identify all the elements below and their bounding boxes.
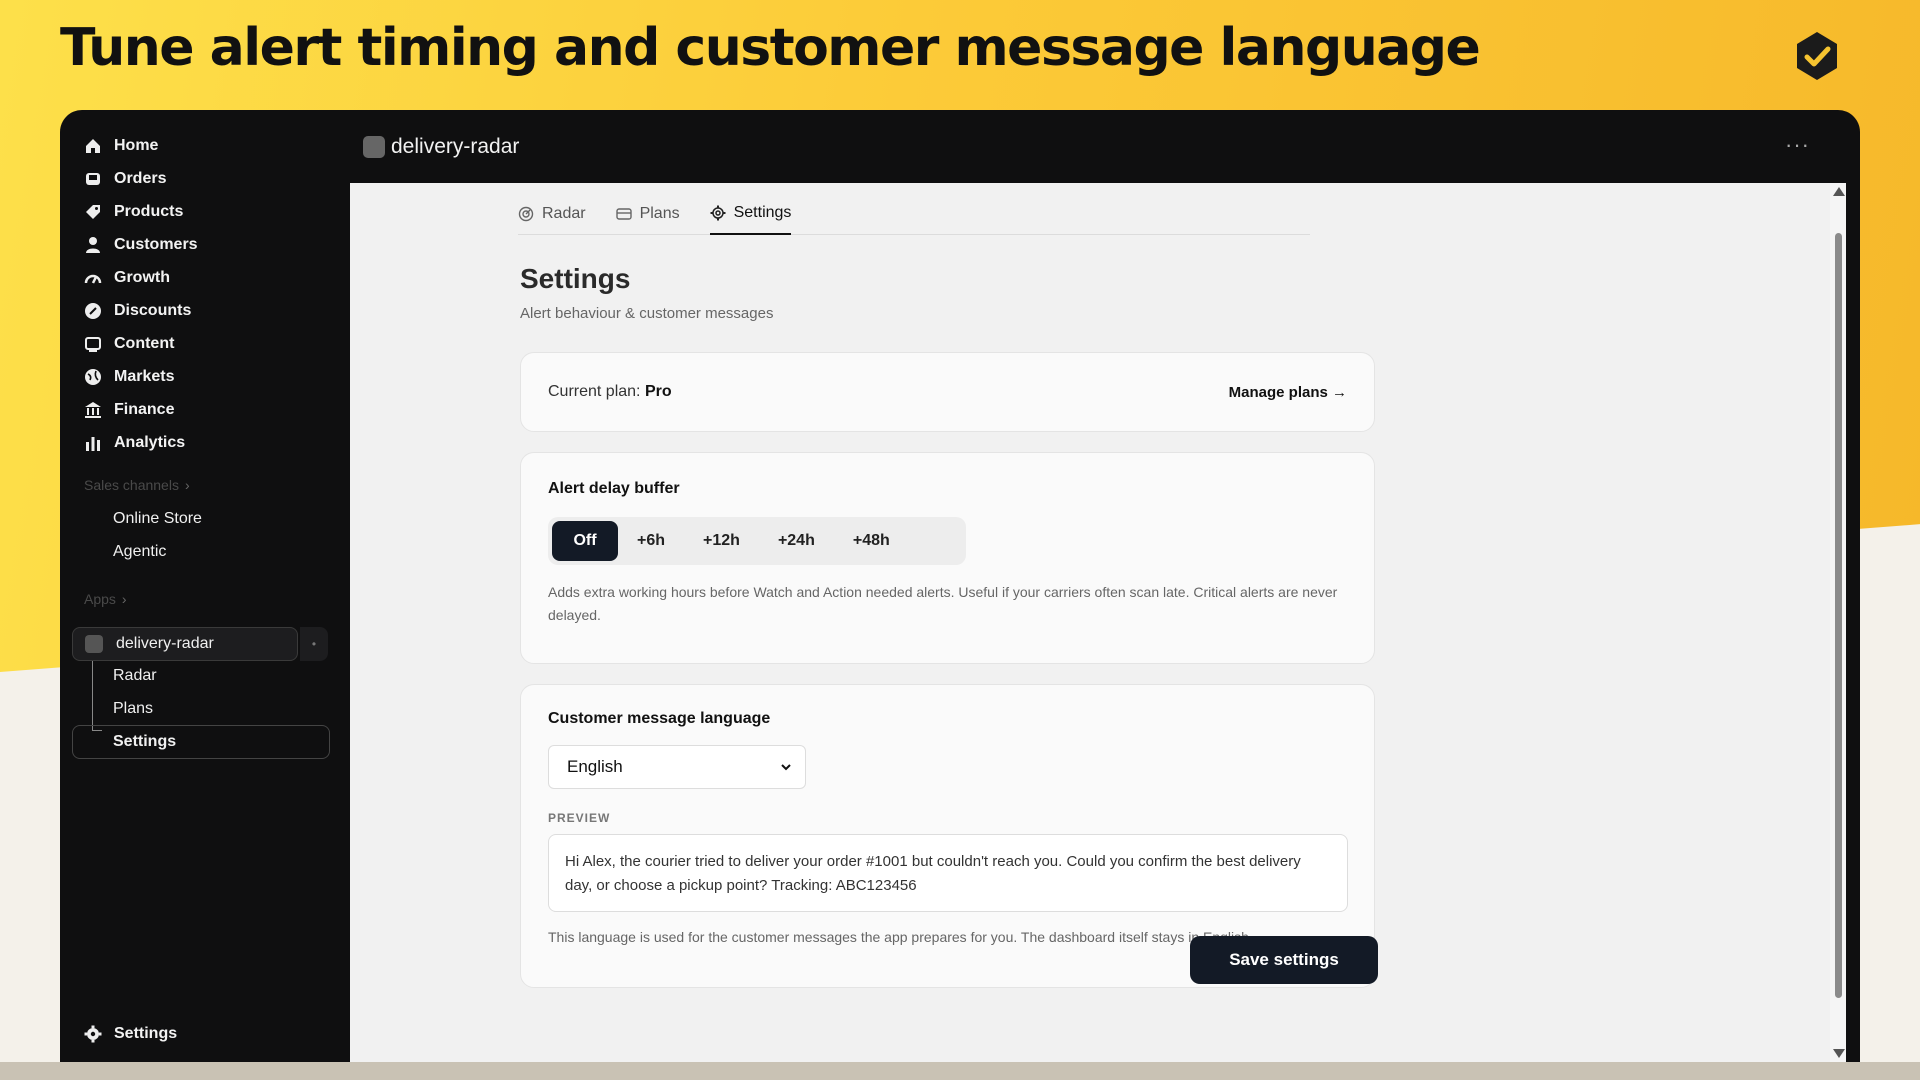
page-subtitle: Alert behaviour & customer messages <box>520 305 774 322</box>
sidebar-item-radar[interactable]: Radar <box>113 667 157 685</box>
app-title: delivery-radar <box>391 134 520 158</box>
chevron-right-icon: › <box>121 591 127 607</box>
bar-chart-icon <box>86 437 100 451</box>
tab-radar[interactable]: Radar <box>518 197 586 235</box>
scroll-up-arrow-icon[interactable] <box>1833 187 1845 196</box>
sidebar-item-settings[interactable]: Settings <box>84 1020 177 1048</box>
sidebar-item-customers[interactable]: Customers <box>84 231 198 259</box>
sidebar-item-label: Orders <box>114 170 167 187</box>
scrollbar-thumb[interactable] <box>1835 233 1842 998</box>
scrollbar[interactable] <box>1830 183 1846 1062</box>
sidebar-item-label: Growth <box>114 269 170 286</box>
sidebar-item-markets[interactable]: Markets <box>84 363 174 391</box>
background-bottom-strip <box>0 1062 1920 1080</box>
apps-section[interactable]: Apps › <box>84 591 127 607</box>
sidebar-item-analytics[interactable]: Analytics <box>84 429 185 457</box>
more-options-icon[interactable]: ··· <box>1785 132 1810 158</box>
alert-delay-card: Alert delay buffer Off +6h +12h +24h +48… <box>520 452 1375 664</box>
alert-delay-heading: Alert delay buffer <box>548 480 680 497</box>
sidebar-item-content[interactable]: Content <box>84 330 174 358</box>
sidebar-item-label: Analytics <box>114 434 186 451</box>
language-heading: Customer message language <box>548 710 771 727</box>
sidebar-item-label: Settings <box>114 1025 178 1042</box>
delay-option-12h[interactable]: +12h <box>684 521 759 561</box>
gauge-icon <box>84 274 102 284</box>
delay-option-6h[interactable]: +6h <box>618 521 684 561</box>
delay-option-off[interactable]: Off <box>552 521 618 561</box>
app-icon <box>363 135 385 158</box>
discount-icon <box>85 303 101 319</box>
sidebar-app-delivery-radar[interactable]: delivery-radar <box>72 627 298 661</box>
sidebar-item-orders[interactable]: Orders <box>84 165 166 193</box>
radar-icon <box>518 206 534 222</box>
app-topbar: delivery-radar ··· <box>350 110 1860 183</box>
sidebar-item-agentic[interactable]: Agentic <box>113 543 166 561</box>
page-headline: Tune alert timing and customer message l… <box>60 18 1481 78</box>
gear-icon <box>710 205 726 221</box>
tab-settings[interactable]: Settings <box>709 197 792 235</box>
sidebar-item-online-store[interactable]: Online Store <box>113 510 202 528</box>
sidebar-item-label: Customers <box>114 236 198 253</box>
delay-option-24h[interactable]: +24h <box>759 521 834 561</box>
sidebar-item-products[interactable]: Products <box>84 198 183 226</box>
app-window: Home Orders Products Customers Growth Di… <box>60 110 1860 1062</box>
alert-delay-help: Adds extra working hours before Watch an… <box>548 584 1338 623</box>
home-icon <box>86 139 100 153</box>
tag-icon <box>86 205 100 219</box>
sidebar-item-home[interactable]: Home <box>84 132 158 160</box>
verified-badge-icon <box>1797 32 1837 80</box>
sidebar-item-label: Home <box>114 137 159 154</box>
tab-bar: Radar Plans Settings <box>518 197 1310 235</box>
app-options-dot[interactable]: • <box>300 627 328 661</box>
inbox-icon <box>86 173 100 185</box>
sidebar-item-finance[interactable]: Finance <box>84 396 174 424</box>
page-title: Settings <box>520 263 631 294</box>
gear-icon <box>84 1025 102 1043</box>
manage-plans-link[interactable]: Manage plans → <box>1229 384 1347 401</box>
sidebar-item-label: Products <box>114 203 184 220</box>
globe-icon <box>85 369 101 385</box>
app-name: delivery-radar <box>116 635 214 652</box>
chevron-right-icon: › <box>184 477 190 493</box>
sidebar-item-app-settings[interactable]: Settings <box>113 733 176 751</box>
language-select[interactable]: English <box>548 745 806 789</box>
plan-name: Pro <box>644 383 672 400</box>
sidebar-item-plans[interactable]: Plans <box>113 700 153 718</box>
sidebar-item-discounts[interactable]: Discounts <box>84 297 191 325</box>
sidebar: Home Orders Products Customers Growth Di… <box>60 110 350 1062</box>
bank-icon <box>85 402 101 418</box>
sales-channels-section[interactable]: Sales channels › <box>84 477 190 493</box>
scroll-down-arrow-icon[interactable] <box>1833 1049 1845 1058</box>
sidebar-item-label: Finance <box>114 401 175 418</box>
main-content: Radar Plans Settings Settings Alert beha… <box>350 183 1830 1062</box>
alert-delay-segmented-control: Off +6h +12h +24h +48h <box>548 517 966 565</box>
sidebar-item-label: Content <box>114 335 175 352</box>
current-plan-text: Current plan: Pro <box>548 383 672 400</box>
card-icon <box>615 208 632 220</box>
message-preview: Hi Alex, the courier tried to deliver yo… <box>548 834 1348 912</box>
image-icon <box>85 337 101 352</box>
chevron-down-icon <box>781 764 791 771</box>
delay-option-48h[interactable]: +48h <box>834 521 909 561</box>
active-item-highlight <box>72 725 330 759</box>
sidebar-item-label: Markets <box>114 368 175 385</box>
sidebar-item-growth[interactable]: Growth <box>84 264 170 292</box>
sidebar-item-label: Discounts <box>114 302 192 319</box>
tree-line <box>92 661 93 731</box>
person-icon <box>86 237 100 253</box>
tab-plans[interactable]: Plans <box>615 197 680 235</box>
plan-card: Current plan: Pro Manage plans → <box>520 352 1375 432</box>
language-select-value: English <box>567 757 623 776</box>
save-settings-button[interactable]: Save settings <box>1190 936 1378 984</box>
app-icon <box>85 635 103 653</box>
preview-label: PREVIEW <box>548 811 611 825</box>
